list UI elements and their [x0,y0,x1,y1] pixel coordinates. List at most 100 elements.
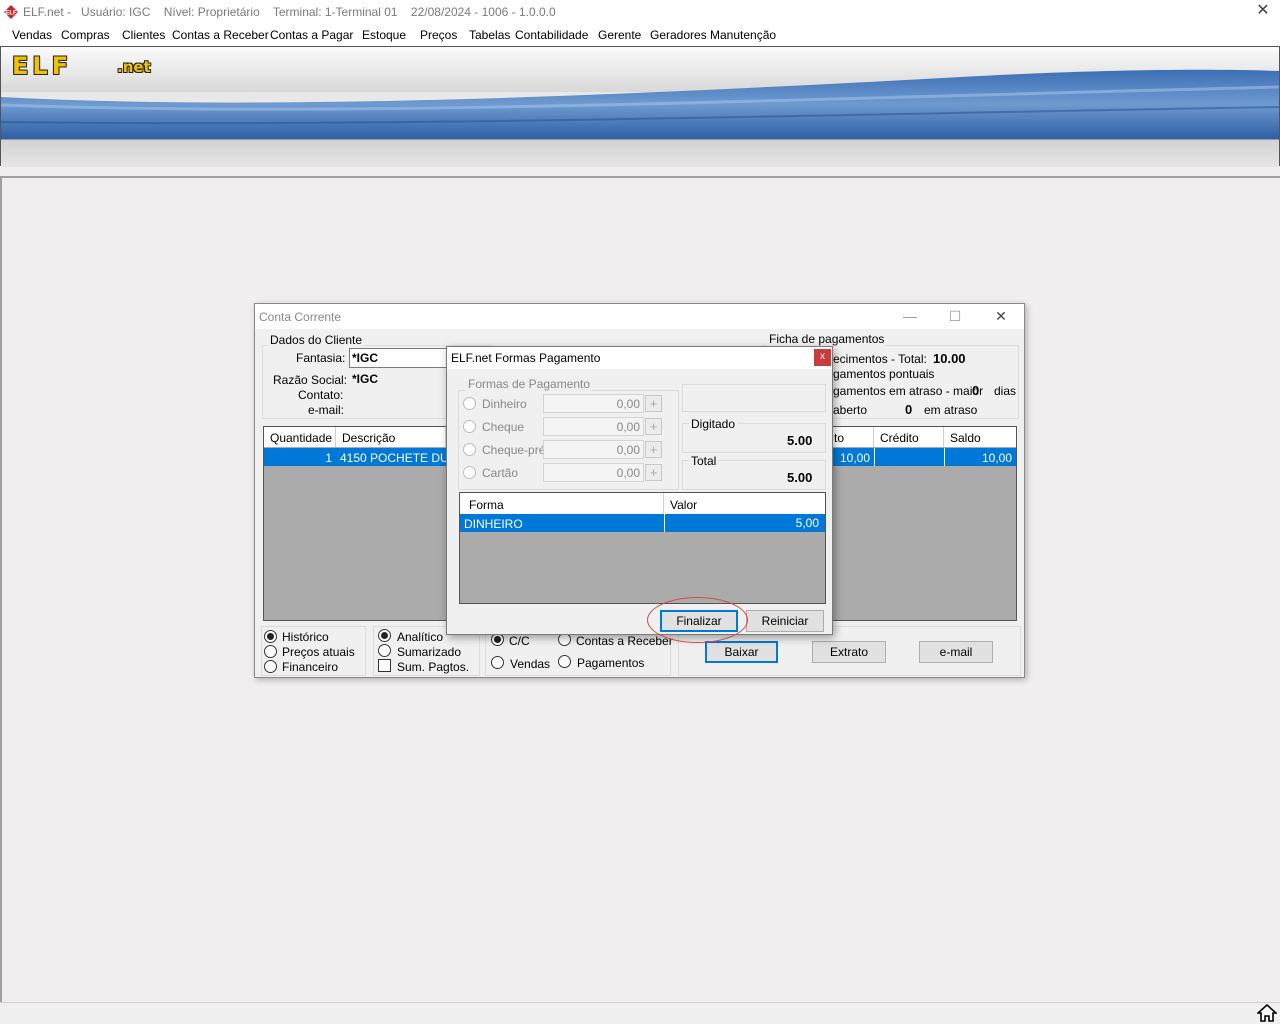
menu-contas-receber[interactable]: Contas a Receber [172,28,269,42]
vendas-radio[interactable] [491,656,504,669]
financeiro-radio[interactable] [264,660,277,673]
menu-contabilidade[interactable]: Contabilidade [515,28,588,42]
atraso-unit: dias [994,384,1017,398]
cartao-input[interactable]: 0,00 [543,463,644,482]
menu-gerente[interactable]: Gerente [598,28,641,42]
contas-receber-label: Contas a Receber [576,634,673,648]
dinheiro-radio[interactable] [463,397,476,410]
aberto-value: 0 [905,402,913,417]
contato-label: Contato: [298,388,344,402]
minimize-icon[interactable]: — [895,306,925,326]
close-icon[interactable]: x [814,349,831,366]
menu-manutencao[interactable]: Manutenção [710,28,776,42]
plus-icon[interactable]: + [645,418,662,435]
digitado-label: Digitado [689,417,738,431]
digitado-value: 5.00 [787,433,813,448]
highlight-annotation [647,597,748,643]
app-banner [0,46,1280,167]
email-button[interactable]: e-mail [919,641,993,663]
info-box [682,384,826,412]
cell-debito: 10,00 [839,451,870,465]
menu-precos[interactable]: Preços [420,28,457,42]
col-credito[interactable]: Crédito [874,427,944,447]
col-valor[interactable]: Valor [664,493,825,514]
col-quantidade[interactable]: Quantidade [264,427,336,447]
close-icon[interactable]: ✕ [1252,1,1274,23]
cell-saldo: 10,00 [944,448,1012,466]
plus-icon[interactable]: + [645,464,662,481]
precos-atuais-radio[interactable] [264,645,277,658]
col-descricao[interactable]: Descrição [336,427,446,447]
elf-logo-suffix: .net [117,58,151,76]
cheque-pre-input[interactable]: 0,00 [543,440,644,459]
dinheiro-input[interactable]: 0,00 [543,394,644,413]
col-saldo[interactable]: Saldo [944,427,1016,447]
cell-forma: DINHEIRO [464,517,523,531]
total-value: 5.00 [787,470,813,485]
pagamentos-label: Pagamentos [577,656,645,670]
financeiro-label: Financeiro [282,660,339,674]
table-row[interactable]: DINHEIRO 5,00 [460,514,825,532]
analitico-radio[interactable] [378,629,391,642]
dialog-title: ELF.net Formas Pagamento [451,351,601,365]
dialog-titlebar: ELF.net Formas Pagamento x [447,347,832,369]
analitico-label: Analítico [397,630,444,644]
formas-table[interactable]: Forma Valor DINHEIRO 5,00 [459,492,826,604]
cell-descricao: 4150 POCHETE DUPL [340,451,464,465]
sumarizado-radio[interactable] [378,644,391,657]
cheque-label: Cheque [482,420,525,434]
col-debito[interactable]: to [828,427,874,447]
sum-pagtos-checkbox[interactable] [378,659,391,672]
app-titlebar: ELF ELF.net - Usuário: IGC Nível: Propri… [0,0,1280,24]
svg-text:ELF: ELF [5,11,17,17]
menu-compras[interactable]: Compras [61,28,110,42]
reiniciar-button[interactable]: Reiniciar [746,610,824,632]
cheque-input[interactable]: 0,00 [543,417,644,436]
vencimentos-total: 10.00 [933,351,966,366]
dinheiro-label: Dinheiro [482,397,527,411]
conta-corrente-titlebar: Conta Corrente — ☐ ✕ [255,304,1024,329]
cheque-pre-label: Cheque-pré [482,443,546,457]
cell-valor: 5,00 [664,514,819,532]
baixar-button[interactable]: Baixar [705,641,778,663]
dados-cliente-label: Dados do Cliente [268,333,365,347]
home-icon[interactable] [1257,1004,1277,1022]
menu-geradores[interactable]: Geradores [650,28,707,42]
vencimentos-label: ecimentos - Total: [833,352,927,366]
conta-corrente-title: Conta Corrente [259,310,342,324]
total-label: Total [689,454,719,468]
menu-vendas[interactable]: Vendas [12,28,52,42]
fantasia-label: Fantasia: [296,351,346,365]
maximize-icon[interactable]: ☐ [940,306,970,326]
cheque-radio[interactable] [463,420,476,433]
plus-icon[interactable]: + [645,395,662,412]
sum-pagtos-label: Sum. Pagtos. [397,660,470,674]
banner-wave [1,69,1279,139]
historico-label: Histórico [282,630,329,644]
close-icon[interactable]: ✕ [986,306,1016,326]
email-label: e-mail: [308,403,345,417]
menu-clientes[interactable]: Clientes [122,28,165,42]
fantasia-field[interactable]: *IGC [349,348,449,368]
aberto-label: aberto [833,403,868,417]
cheque-pre-radio[interactable] [463,443,476,456]
menu-bar: Vendas Compras Clientes Contas a Receber… [0,24,1280,46]
menu-contas-pagar[interactable]: Contas a Pagar [270,28,353,42]
formas-label: Formas de Pagamento [466,377,593,391]
elf-app-icon: ELF [4,5,18,19]
sumarizado-label: Sumarizado [397,645,462,659]
historico-radio[interactable] [264,630,277,643]
status-bar [0,1002,1280,1024]
cartao-radio[interactable] [463,466,476,479]
elf-logo: ELF [12,52,73,80]
cc-label: C/C [509,634,530,648]
atraso-value: 0 [972,383,980,398]
menu-estoque[interactable]: Estoque [362,28,406,42]
pagamentos-radio[interactable] [558,655,571,668]
plus-icon[interactable]: + [645,441,662,458]
vendas-label: Vendas [510,657,551,671]
extrato-button[interactable]: Extrato [812,641,886,663]
precos-atuais-label: Preços atuais [282,645,355,659]
col-forma[interactable]: Forma [460,493,664,514]
menu-tabelas[interactable]: Tabelas [469,28,510,42]
